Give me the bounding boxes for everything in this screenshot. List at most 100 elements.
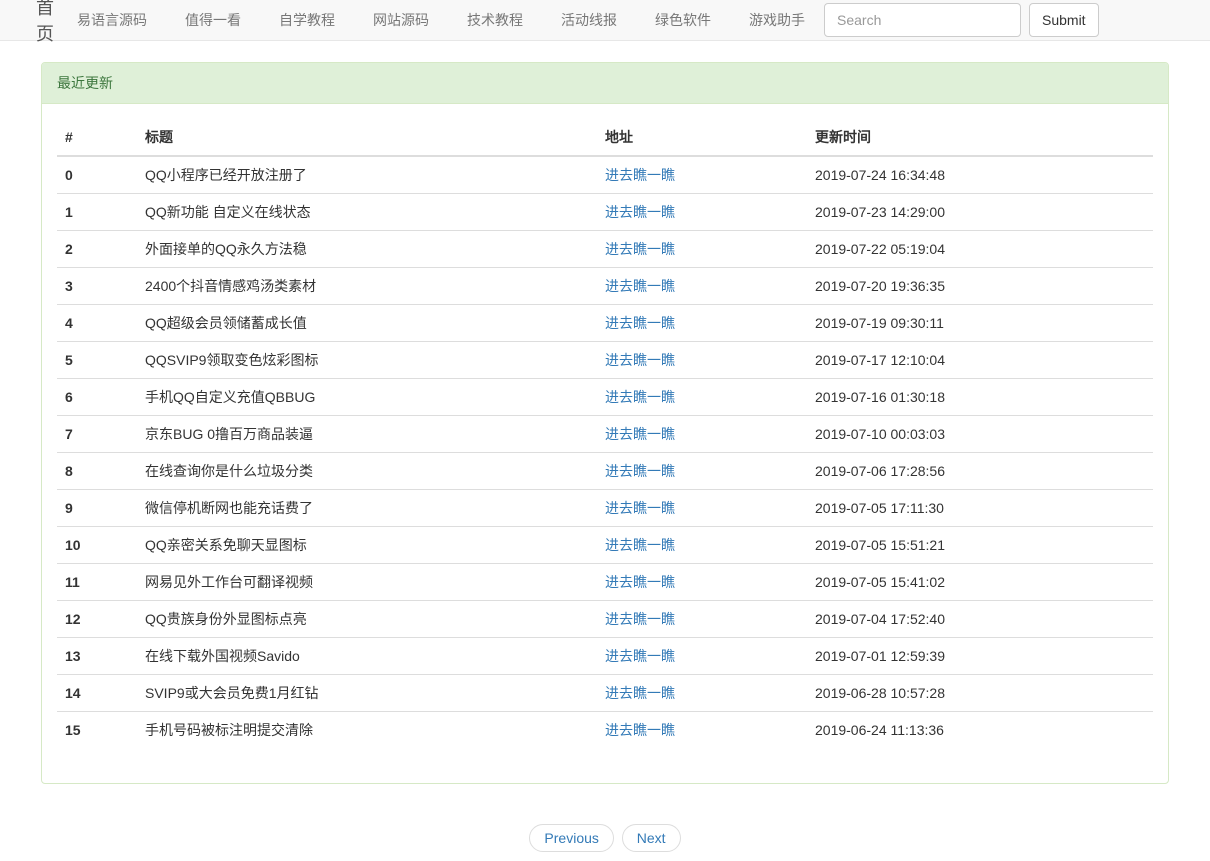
table-row: 1 QQ新功能 自定义在线状态 进去瞧一瞧 2019-07-23 14:29:0… <box>57 194 1153 231</box>
row-title: 在线下载外国视频Savido <box>137 638 597 675</box>
row-visit-link[interactable]: 进去瞧一瞧 <box>605 352 675 368</box>
row-index: 13 <box>57 638 137 675</box>
nav-item[interactable]: 绿色软件 <box>636 0 730 41</box>
row-updated-time: 2019-07-04 17:52:40 <box>807 601 1153 638</box>
row-index: 5 <box>57 342 137 379</box>
table-row: 6 手机QQ自定义充值QBBUG 进去瞧一瞧 2019-07-16 01:30:… <box>57 379 1153 416</box>
row-index: 3 <box>57 268 137 305</box>
row-visit-link[interactable]: 进去瞧一瞧 <box>605 648 675 664</box>
nav-item[interactable]: 自学教程 <box>260 0 354 41</box>
submit-button[interactable]: Submit <box>1029 3 1099 37</box>
previous-button[interactable]: Previous <box>529 824 613 852</box>
row-updated-time: 2019-06-24 11:13:36 <box>807 712 1153 749</box>
row-title: QQ超级会员领储蓄成长值 <box>137 305 597 342</box>
table-row: 9 微信停机断网也能充话费了 进去瞧一瞧 2019-07-05 17:11:30 <box>57 490 1153 527</box>
home-brand-link[interactable]: 首页 <box>36 0 54 46</box>
table-row: 0 QQ小程序已经开放注册了 进去瞧一瞧 2019-07-24 16:34:48 <box>57 156 1153 194</box>
table-body: 0 QQ小程序已经开放注册了 进去瞧一瞧 2019-07-24 16:34:48… <box>57 156 1153 748</box>
row-index: 14 <box>57 675 137 712</box>
col-header-index: # <box>57 119 137 156</box>
nav-item[interactable]: 网站源码 <box>354 0 448 41</box>
main-content: 最近更新 # 标题 地址 更新时间 0 QQ小程序已经开放注 <box>41 62 1169 852</box>
row-updated-time: 2019-07-16 01:30:18 <box>807 379 1153 416</box>
row-updated-time: 2019-07-17 12:10:04 <box>807 342 1153 379</box>
row-index: 12 <box>57 601 137 638</box>
row-title: QQ亲密关系免聊天显图标 <box>137 527 597 564</box>
search-input[interactable] <box>824 3 1021 37</box>
nav-item[interactable]: 值得一看 <box>166 0 260 41</box>
table-row: 3 2400个抖音情感鸡汤类素材 进去瞧一瞧 2019-07-20 19:36:… <box>57 268 1153 305</box>
table-row: 11 网易见外工作台可翻译视频 进去瞧一瞧 2019-07-05 15:41:0… <box>57 564 1153 601</box>
row-visit-link[interactable]: 进去瞧一瞧 <box>605 241 675 257</box>
row-index: 0 <box>57 156 137 194</box>
row-visit-link[interactable]: 进去瞧一瞧 <box>605 722 675 738</box>
row-title: 京东BUG 0撸百万商品装逼 <box>137 416 597 453</box>
table-row: 7 京东BUG 0撸百万商品装逼 进去瞧一瞧 2019-07-10 00:03:… <box>57 416 1153 453</box>
row-title: 网易见外工作台可翻译视频 <box>137 564 597 601</box>
row-title: SVIP9或大会员免费1月红钻 <box>137 675 597 712</box>
row-visit-link[interactable]: 进去瞧一瞧 <box>605 315 675 331</box>
row-updated-time: 2019-07-24 16:34:48 <box>807 156 1153 194</box>
nav-item[interactable]: 技术教程 <box>448 0 542 41</box>
row-updated-time: 2019-07-22 05:19:04 <box>807 231 1153 268</box>
row-visit-link[interactable]: 进去瞧一瞧 <box>605 611 675 627</box>
row-index: 6 <box>57 379 137 416</box>
table-header: # 标题 地址 更新时间 <box>57 119 1153 156</box>
table-row: 4 QQ超级会员领储蓄成长值 进去瞧一瞧 2019-07-19 09:30:11 <box>57 305 1153 342</box>
row-title: 微信停机断网也能充话费了 <box>137 490 597 527</box>
row-visit-link[interactable]: 进去瞧一瞧 <box>605 463 675 479</box>
panel-heading: 最近更新 <box>42 63 1168 104</box>
row-visit-link[interactable]: 进去瞧一瞧 <box>605 500 675 516</box>
recent-updates-panel: 最近更新 # 标题 地址 更新时间 0 QQ小程序已经开放注 <box>41 62 1169 784</box>
row-index: 9 <box>57 490 137 527</box>
table-row: 2 外面接单的QQ永久方法稳 进去瞧一瞧 2019-07-22 05:19:04 <box>57 231 1153 268</box>
row-index: 1 <box>57 194 137 231</box>
table-row: 8 在线查询你是什么垃圾分类 进去瞧一瞧 2019-07-06 17:28:56 <box>57 453 1153 490</box>
updates-table: # 标题 地址 更新时间 0 QQ小程序已经开放注册了 进去瞧一瞧 2019-0… <box>57 119 1153 748</box>
table-row: 15 手机号码被标注明提交清除 进去瞧一瞧 2019-06-24 11:13:3… <box>57 712 1153 749</box>
row-title: 2400个抖音情感鸡汤类素材 <box>137 268 597 305</box>
row-visit-link[interactable]: 进去瞧一瞧 <box>605 167 675 183</box>
row-index: 8 <box>57 453 137 490</box>
row-index: 2 <box>57 231 137 268</box>
row-updated-time: 2019-07-10 00:03:03 <box>807 416 1153 453</box>
col-header-title: 标题 <box>137 119 597 156</box>
row-visit-link[interactable]: 进去瞧一瞧 <box>605 389 675 405</box>
table-row: 13 在线下载外国视频Savido 进去瞧一瞧 2019-07-01 12:59… <box>57 638 1153 675</box>
row-updated-time: 2019-07-05 17:11:30 <box>807 490 1153 527</box>
search-form: Submit <box>824 3 1099 37</box>
table-row: 12 QQ贵族身份外显图标点亮 进去瞧一瞧 2019-07-04 17:52:4… <box>57 601 1153 638</box>
row-updated-time: 2019-07-23 14:29:00 <box>807 194 1153 231</box>
row-title: QQ贵族身份外显图标点亮 <box>137 601 597 638</box>
row-index: 11 <box>57 564 137 601</box>
row-updated-time: 2019-06-28 10:57:28 <box>807 675 1153 712</box>
row-title: QQ小程序已经开放注册了 <box>137 156 597 194</box>
pager: Previous Next <box>41 824 1169 852</box>
row-title: QQ新功能 自定义在线状态 <box>137 194 597 231</box>
table-row: 14 SVIP9或大会员免费1月红钻 进去瞧一瞧 2019-06-28 10:5… <box>57 675 1153 712</box>
panel-body: # 标题 地址 更新时间 0 QQ小程序已经开放注册了 进去瞧一瞧 2019-0… <box>42 104 1168 783</box>
nav-item[interactable]: 活动线报 <box>542 0 636 41</box>
col-header-address: 地址 <box>597 119 807 156</box>
row-index: 7 <box>57 416 137 453</box>
row-index: 15 <box>57 712 137 749</box>
row-visit-link[interactable]: 进去瞧一瞧 <box>605 278 675 294</box>
nav-item[interactable]: 游戏助手 <box>730 0 824 41</box>
row-visit-link[interactable]: 进去瞧一瞧 <box>605 204 675 220</box>
row-updated-time: 2019-07-05 15:51:21 <box>807 527 1153 564</box>
row-visit-link[interactable]: 进去瞧一瞧 <box>605 537 675 553</box>
table-row: 5 QQSVIP9领取变色炫彩图标 进去瞧一瞧 2019-07-17 12:10… <box>57 342 1153 379</box>
table-row: 10 QQ亲密关系免聊天显图标 进去瞧一瞧 2019-07-05 15:51:2… <box>57 527 1153 564</box>
row-updated-time: 2019-07-05 15:41:02 <box>807 564 1153 601</box>
nav-item[interactable]: 易语言源码 <box>58 0 166 41</box>
row-index: 4 <box>57 305 137 342</box>
row-updated-time: 2019-07-01 12:59:39 <box>807 638 1153 675</box>
row-index: 10 <box>57 527 137 564</box>
row-visit-link[interactable]: 进去瞧一瞧 <box>605 574 675 590</box>
row-visit-link[interactable]: 进去瞧一瞧 <box>605 426 675 442</box>
row-visit-link[interactable]: 进去瞧一瞧 <box>605 685 675 701</box>
navbar: 首页 易语言源码 值得一看 自学教程 网站源码 技术教程 活动线报 绿色软件 游… <box>0 0 1210 41</box>
next-button[interactable]: Next <box>622 824 681 852</box>
row-updated-time: 2019-07-19 09:30:11 <box>807 305 1153 342</box>
row-title: 在线查询你是什么垃圾分类 <box>137 453 597 490</box>
